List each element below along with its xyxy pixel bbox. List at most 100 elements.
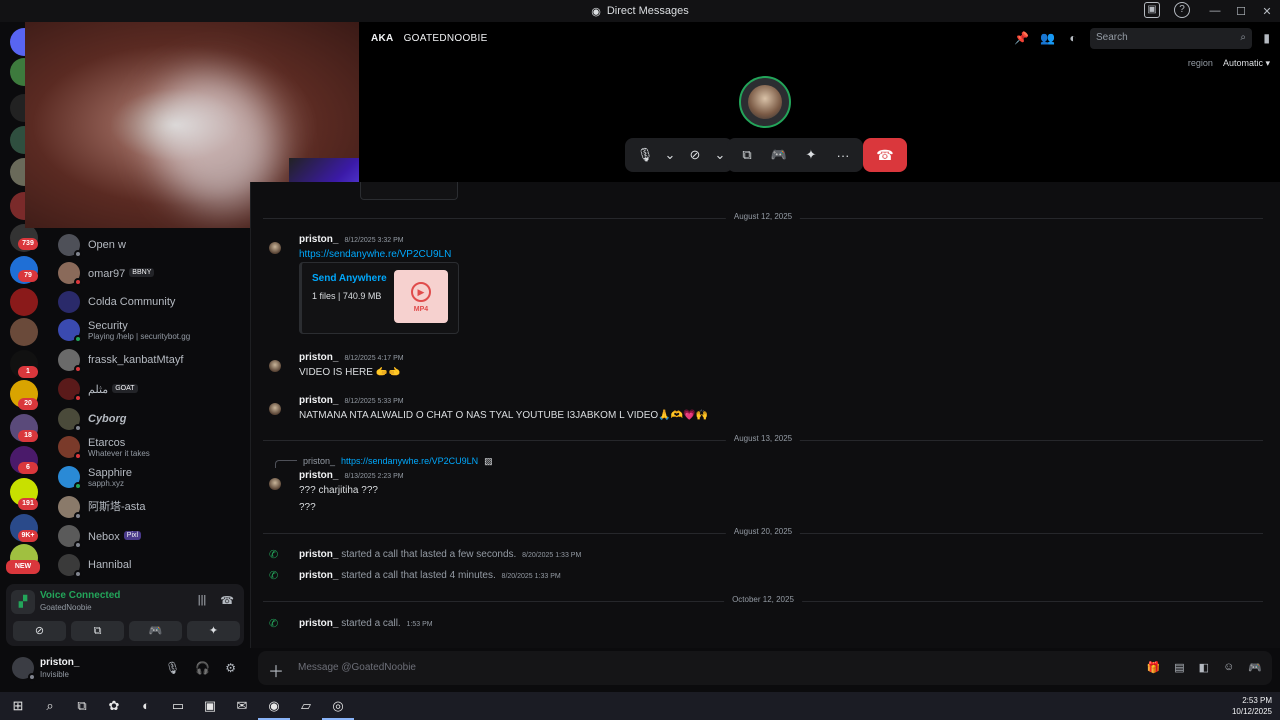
dm-item[interactable]: Security Playing /help | securitybot.gg <box>58 319 243 343</box>
avatar[interactable] <box>269 360 281 372</box>
disconnect-button[interactable]: ☎ <box>863 138 907 172</box>
notes-icon[interactable]: ▱ <box>290 692 322 720</box>
message-author[interactable]: priston_ <box>299 234 338 245</box>
username[interactable]: priston_ <box>40 657 79 668</box>
call-log: priston_ started a call that lasted a fe… <box>299 549 582 560</box>
game-controller-icon[interactable]: 🎮 <box>765 147 793 163</box>
start-icon[interactable]: ⊞ <box>2 692 34 720</box>
pin-icon[interactable]: 📌 <box>1014 31 1029 45</box>
avatar[interactable] <box>269 242 281 254</box>
soundboard-button[interactable]: ✦ <box>187 621 240 641</box>
browser-icon[interactable]: ◐ <box>130 692 162 720</box>
dm-title: GOATEDNOOBIE <box>403 33 488 44</box>
activity-button[interactable]: 🎮 <box>129 621 182 641</box>
dm-item[interactable]: مثلم GOAT <box>58 378 243 402</box>
unread-badge: 739 <box>18 238 38 250</box>
discord-icon[interactable]: ◎ <box>322 692 354 720</box>
minimize-button[interactable]: — <box>1202 5 1228 17</box>
message-author[interactable]: priston_ <box>299 352 338 363</box>
dm-item[interactable]: Open w <box>58 234 243 258</box>
dm-item[interactable]: Nebox Pixl <box>58 525 243 549</box>
camera-off-icon[interactable]: ⊘ <box>681 147 709 163</box>
message-link[interactable]: https://sendanywhe.re/VP2CU9LN <box>299 249 451 260</box>
chevron-down-icon[interactable]: ⌄ <box>713 147 727 163</box>
new-badge[interactable]: NEW <box>6 560 40 574</box>
embed-thumbnail[interactable]: ▶ MP4 <box>394 270 448 323</box>
embed-title[interactable]: Send Anywhere <box>312 273 387 284</box>
apps-icon[interactable]: 🎮 <box>1248 661 1262 674</box>
server-icon[interactable] <box>10 318 38 346</box>
emoji-icon[interactable]: ☺ <box>1223 661 1234 674</box>
mail-icon[interactable]: ✉ <box>226 692 258 720</box>
more-icon[interactable]: ··· <box>829 148 857 163</box>
microphone-icon[interactable]: 🎙 <box>165 661 180 675</box>
profile-icon[interactable]: ◐ <box>1066 31 1080 45</box>
copilot-icon[interactable]: ✿ <box>98 692 130 720</box>
gif-icon[interactable]: ▤ <box>1174 661 1184 674</box>
help-icon[interactable]: ? <box>1174 2 1190 18</box>
avatar[interactable] <box>269 403 281 415</box>
call-header: AKA GOATEDNOOBIE 📌 👥 ◐ Search ⌕ ▮ region… <box>359 22 1280 182</box>
message-composer[interactable]: ＋ Message @GoatedNoobie 🎁 ▤ ◧ ☺ 🎮 <box>258 651 1272 685</box>
region-select[interactable]: Automatic ▾ <box>1223 58 1270 69</box>
camera-button[interactable]: ⊘ <box>13 621 66 641</box>
message-timestamp: 8/13/2025 2:23 PM <box>344 473 404 480</box>
soundboard-icon[interactable]: ✦ <box>797 147 825 163</box>
sticker-icon[interactable]: ◧ <box>1199 661 1209 674</box>
reply-text[interactable]: https://sendanywhe.re/VP2CU9LN <box>341 456 478 466</box>
dm-item[interactable]: 阿斯塔-asta <box>58 496 243 520</box>
store-icon[interactable]: ▣ <box>194 692 226 720</box>
gear-icon[interactable]: ⚙ <box>225 661 236 675</box>
dm-item[interactable]: Sapphire sapph.xyz <box>58 466 243 490</box>
reply-reference[interactable]: priston_ https://sendanywhe.re/VP2CU9LN … <box>275 454 493 468</box>
obs-icon[interactable]: ◉ <box>258 692 290 720</box>
chevron-down-icon[interactable]: ⌄ <box>663 147 677 163</box>
signal-icon[interactable]: ▞ <box>11 590 35 614</box>
bookmark-icon[interactable]: ▮ <box>1263 31 1270 45</box>
gift-icon[interactable]: 🎁 <box>1147 661 1161 674</box>
dm-item[interactable]: Hannibal <box>58 554 243 578</box>
message-author[interactable]: priston_ <box>299 395 338 406</box>
unread-badge: 18 <box>18 430 38 442</box>
avatar <box>58 291 80 313</box>
phone-icon: ✆ <box>269 570 279 582</box>
dm-item[interactable]: Etarcos Whatever it takes <box>58 436 243 460</box>
dm-item[interactable]: frassk_kanbatMtayf <box>58 349 243 373</box>
close-button[interactable]: ✕ <box>1254 5 1280 18</box>
screen-share-button[interactable]: ⧉ <box>71 621 124 641</box>
inbox-icon[interactable]: ▣ <box>1144 2 1160 18</box>
activity-controls: ⧉ 🎮 ✦ ··· <box>727 138 863 172</box>
disconnect-icon[interactable]: ☎ <box>220 594 234 607</box>
noise-suppression-icon[interactable]: ||| <box>198 594 207 607</box>
message: priston_ 8/13/2025 2:23 PM ??? charjitiha… <box>299 470 404 513</box>
clock[interactable]: 2:53 PM 10/12/2025 <box>1232 695 1272 717</box>
screen-share-icon[interactable]: ⧉ <box>733 147 761 163</box>
audio-video-controls: 🎙 ⌄ ⊘ ⌄ <box>625 138 733 172</box>
search-input[interactable]: Search ⌕ <box>1090 28 1252 49</box>
clan-tag: BBNY <box>129 268 155 278</box>
reply-author[interactable]: priston_ <box>303 456 335 466</box>
message-input[interactable]: Message @GoatedNoobie <box>298 662 416 673</box>
message-author[interactable]: priston_ <box>299 570 338 581</box>
dm-item[interactable]: Colda Community <box>58 291 243 313</box>
headphones-icon[interactable]: 🎧 <box>195 661 210 675</box>
message-author[interactable]: priston_ <box>299 470 338 481</box>
avatar[interactable] <box>269 478 281 490</box>
task-view-icon[interactable]: ⧉ <box>66 692 98 720</box>
dm-prefix: AKA <box>371 33 394 44</box>
avatar[interactable] <box>12 657 36 681</box>
message-author[interactable]: priston_ <box>299 618 338 629</box>
call-participant-avatar[interactable] <box>739 76 791 128</box>
server-icon[interactable] <box>10 288 38 316</box>
folder-icon[interactable]: ▭ <box>162 692 194 720</box>
message-author[interactable]: priston_ <box>299 549 338 560</box>
add-attachment-icon[interactable]: ＋ <box>268 658 284 682</box>
link-embed[interactable]: Send Anywhere 1 files | 740.9 MB ▶ MP4 <box>299 262 459 334</box>
search-icon[interactable]: ⌕ <box>34 692 66 720</box>
add-friend-icon[interactable]: 👥 <box>1040 31 1055 45</box>
dm-item[interactable]: Cyborg <box>58 408 243 432</box>
dm-item[interactable]: omar97 BBNY <box>58 262 243 286</box>
maximize-button[interactable]: ☐ <box>1228 5 1254 18</box>
voice-status[interactable]: Voice Connected <box>40 590 120 601</box>
microphone-icon[interactable]: 🎙 <box>631 147 659 163</box>
